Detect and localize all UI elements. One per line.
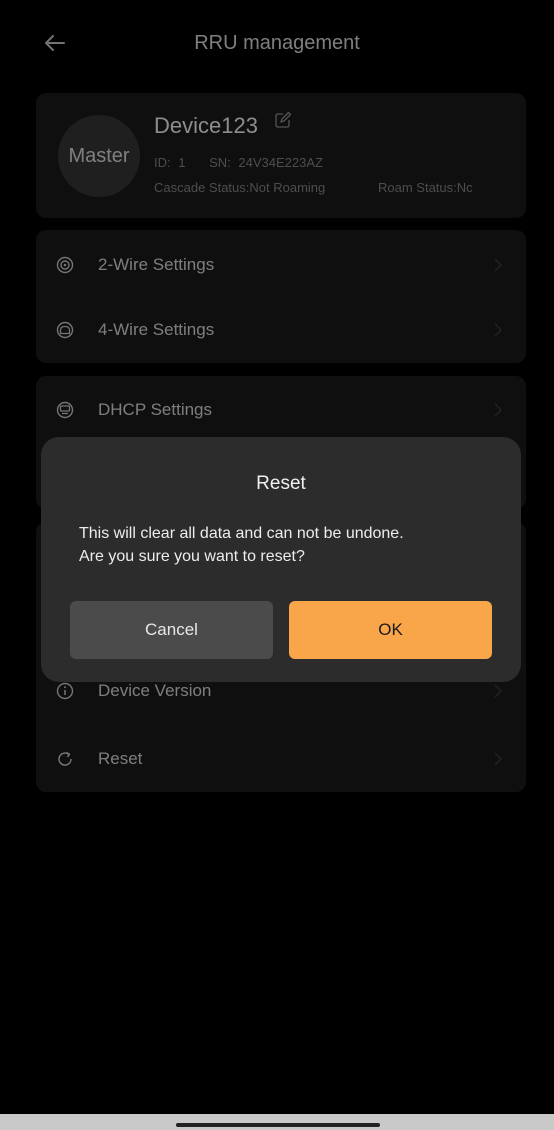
cancel-button[interactable]: Cancel	[70, 601, 273, 659]
dialog-title: Reset	[256, 473, 306, 494]
dialog-message: This will clear all data and can not be …	[79, 525, 404, 565]
system-nav-bar	[0, 1114, 554, 1130]
home-indicator[interactable]	[176, 1123, 380, 1127]
reset-dialog: Reset This will clear all data and can n…	[41, 437, 521, 682]
ok-button[interactable]: OK	[289, 601, 492, 659]
